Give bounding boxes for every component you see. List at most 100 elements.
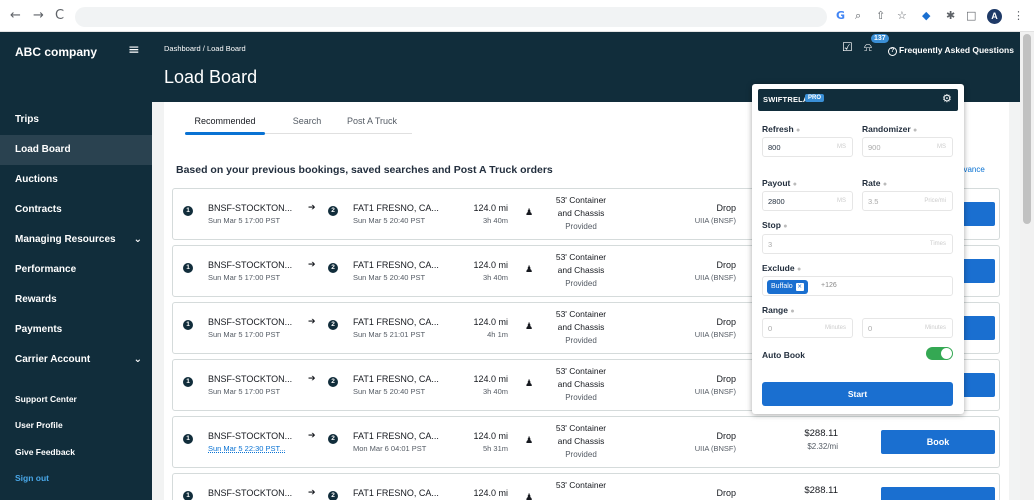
facility: UIIA (BNSF) <box>694 216 736 225</box>
back-icon[interactable]: ← <box>10 8 21 23</box>
sidebar-item-rewards[interactable]: Rewards <box>0 285 152 315</box>
profile-avatar[interactable]: A <box>987 9 1002 24</box>
origin-stop-number: 1 <box>183 434 193 444</box>
notification-bell-icon[interactable]: ⍾ <box>864 40 872 55</box>
bookmark-star-icon[interactable]: ☆ <box>897 10 907 22</box>
destination-name: FAT1 FRESNO, CA... <box>353 488 439 498</box>
destination-stop-number: 2 <box>328 377 338 387</box>
equipment-info: 53' Container <box>555 480 607 490</box>
user-profile-link[interactable]: User Profile <box>15 420 63 430</box>
address-bar[interactable] <box>75 7 827 27</box>
sidebar-item-carrier-account[interactable]: Carrier Account ⌄ <box>0 345 152 375</box>
chevron-down-icon: ⌄ <box>133 234 142 245</box>
arrow-right-icon: ➔ <box>308 488 316 498</box>
distance: 124.0 mi <box>473 317 508 327</box>
auto-book-toggle[interactable] <box>926 347 953 360</box>
exclude-chip[interactable]: Buffalo × <box>767 280 808 294</box>
randomizer-input[interactable]: 900 MS <box>862 137 953 157</box>
faq-link[interactable]: ? Frequently Asked Questions <box>888 45 1014 56</box>
swiftrelay-extension-popup: SWIFTRELAY PRO ⚙ Refresh ● 800 MS Randomi… <box>752 84 964 414</box>
sidebar-item-auctions[interactable]: Auctions <box>0 165 152 195</box>
tab-post-a-truck[interactable]: Post A Truck <box>342 116 402 126</box>
origin-stop-number: 1 <box>183 206 193 216</box>
arrow-right-icon: ➔ <box>308 374 316 384</box>
origin-time[interactable]: Sun Mar 5 22:30 PST... <box>208 444 286 453</box>
sidebar-item-label: Load Board <box>15 144 71 155</box>
hamburger-menu-icon[interactable]: ≡ <box>128 42 140 58</box>
rate-per-mile: $2.32/mi <box>807 442 838 451</box>
equipment-info: 53' Container and Chassis Provided <box>555 252 607 288</box>
origin-stop-number: 1 <box>183 320 193 330</box>
load-card[interactable]: 1 BNSF-STOCKTON... Sun Mar 5 22:30 PST... ➔… <box>172 416 1000 468</box>
book-button[interactable]: Book <box>881 430 995 454</box>
driver-icon: ♟ <box>525 265 534 275</box>
origin-name: BNSF-STOCKTON... <box>208 431 293 441</box>
close-icon[interactable]: × <box>795 283 804 291</box>
drop-type: Drop <box>716 431 736 441</box>
start-button[interactable]: Start <box>762 382 953 406</box>
stop-input[interactable]: 3 Times <box>762 234 953 254</box>
side-panel-icon[interactable]: □ <box>966 10 976 22</box>
driver-icon: ♟ <box>525 208 534 218</box>
destination-time: Sun Mar 5 20:40 PST <box>353 387 426 396</box>
sidebar-item-trips[interactable]: Trips <box>0 105 152 135</box>
brand-name: ABC company <box>15 45 98 59</box>
active-tab-indicator <box>185 132 265 135</box>
destination-name: FAT1 FRESNO, CA... <box>353 374 439 384</box>
sidebar-item-performance[interactable]: Performance <box>0 255 152 285</box>
tab-recommended[interactable]: Recommended <box>186 116 264 126</box>
sidebar-item-label: Trips <box>15 114 39 125</box>
reload-icon[interactable]: C <box>55 8 64 23</box>
refresh-label: Refresh ● <box>762 124 801 134</box>
load-card[interactable]: 1 BNSF-STOCKTON... ➔ 2 FAT1 FRESNO, CA... 124… <box>172 473 1000 500</box>
payout-input[interactable]: 2800 MS <box>762 191 853 211</box>
book-button[interactable] <box>881 487 995 500</box>
scrollbar-thumb[interactable] <box>1023 34 1031 224</box>
tab-search[interactable]: Search <box>282 116 332 126</box>
zoom-icon[interactable]: ⌕ <box>855 10 861 22</box>
exclude-label: Exclude ● <box>762 263 802 273</box>
origin-time: Sun Mar 5 17:00 PST <box>208 330 281 339</box>
give-feedback-link[interactable]: Give Feedback <box>15 447 75 457</box>
destination-stop-number: 2 <box>328 434 338 444</box>
google-icon[interactable]: G <box>836 10 845 22</box>
swiftrelay-extension-icon[interactable]: ◆ <box>922 10 930 22</box>
driver-icon: ♟ <box>525 379 534 389</box>
origin-name: BNSF-STOCKTON... <box>208 260 293 270</box>
share-icon[interactable]: ⇧ <box>876 10 885 22</box>
drop-type: Drop <box>716 317 736 327</box>
sidebar-item-contracts[interactable]: Contracts <box>0 195 152 225</box>
gear-icon[interactable]: ⚙ <box>942 92 952 105</box>
randomizer-label: Randomizer ● <box>862 124 918 134</box>
destination-time: Sun Mar 5 21:01 PST <box>353 330 426 339</box>
forward-icon[interactable]: → <box>33 8 44 23</box>
destination-name: FAT1 FRESNO, CA... <box>353 203 439 213</box>
refresh-input[interactable]: 800 MS <box>762 137 853 157</box>
browser-toolbar: ← → C G ⌕ ⇧ ☆ ◆ ✱ □ A ⋮ <box>0 0 1034 32</box>
drop-type: Drop <box>716 374 736 384</box>
sidebar-item-load-board[interactable]: Load Board <box>0 135 152 165</box>
payout-label: Payout ● <box>762 178 797 188</box>
support-center-link[interactable]: Support Center <box>15 394 77 404</box>
browser-menu-icon[interactable]: ⋮ <box>1013 10 1024 22</box>
sidebar-item-label: Carrier Account <box>15 354 91 365</box>
sign-out-link[interactable]: Sign out <box>15 473 49 483</box>
info-icon: ● <box>796 127 801 134</box>
page-scrollbar[interactable] <box>1020 32 1034 500</box>
range-min-input[interactable]: 0 Minutes <box>762 318 853 338</box>
origin-stop-number: 1 <box>183 263 193 273</box>
range-max-input[interactable]: 0 Minutes <box>862 318 953 338</box>
sidebar: ABC company ≡ Trips Load Board Auctions … <box>0 32 152 500</box>
sidebar-item-payments[interactable]: Payments <box>0 315 152 345</box>
exclude-input[interactable]: Buffalo × +126 <box>762 276 953 296</box>
facility: UIIA (BNSF) <box>694 273 736 282</box>
breadcrumb[interactable]: Dashboard / Load Board <box>164 44 246 53</box>
destination-stop-number: 2 <box>328 206 338 216</box>
sidebar-item-managing-resources[interactable]: Managing Resources ⌄ <box>0 225 152 255</box>
destination-time: Sun Mar 5 20:40 PST <box>353 216 426 225</box>
rate-input[interactable]: 3.5 Price/mi <box>862 191 953 211</box>
extensions-puzzle-icon[interactable]: ✱ <box>946 10 955 22</box>
checkbox-icon[interactable]: ☑ <box>842 40 853 54</box>
distance: 124.0 mi <box>473 374 508 384</box>
driver-icon: ♟ <box>525 436 534 446</box>
